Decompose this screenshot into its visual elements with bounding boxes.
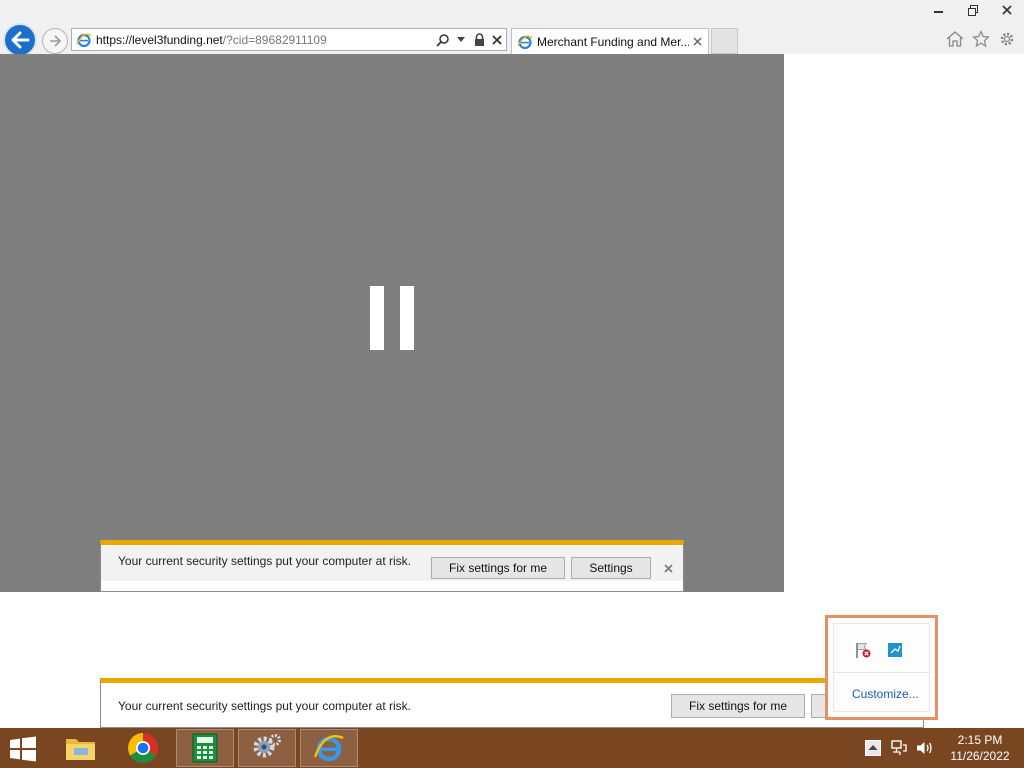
new-tab-button[interactable]	[711, 28, 738, 54]
taskbar-settings[interactable]	[238, 729, 296, 767]
close-icon	[1002, 5, 1012, 15]
minimize-icon	[934, 11, 943, 13]
arrow-right-icon	[50, 35, 62, 47]
action-center-flag-icon[interactable]	[854, 641, 872, 659]
settings-button[interactable]: Settings	[571, 557, 651, 579]
pause-icon[interactable]	[370, 286, 414, 350]
url-host: https://level3funding.net	[96, 32, 223, 47]
security-warning-message: Your current security settings put your …	[118, 699, 412, 713]
stop-button[interactable]	[488, 31, 506, 49]
gear-icon	[253, 734, 281, 758]
ie-page-icon	[517, 35, 533, 49]
windows-logo-icon	[10, 736, 36, 762]
dropdown-button[interactable]	[452, 31, 470, 49]
search-button[interactable]	[434, 31, 452, 49]
flyout-divider	[834, 672, 929, 673]
tray-overflow-flyout: Customize...	[825, 615, 938, 720]
start-button[interactable]	[8, 736, 38, 762]
browser-toolbar	[944, 28, 1018, 50]
system-tray: 2:15 PM 11/26/2022	[862, 728, 1024, 768]
restore-icon	[967, 4, 978, 16]
show-hidden-icons-button[interactable]	[862, 737, 884, 759]
search-icon	[436, 33, 449, 47]
star-icon	[972, 30, 990, 48]
close-tab-button[interactable]	[689, 34, 705, 50]
minimize-button[interactable]	[922, 0, 956, 20]
gear-icon	[1000, 32, 1014, 46]
taskbar: 2:15 PM 11/26/2022	[0, 728, 1024, 768]
close-icon	[692, 37, 702, 46]
bar-strip	[101, 581, 683, 591]
arrow-left-icon	[11, 31, 30, 49]
network-status[interactable]	[888, 737, 910, 759]
folder-icon	[66, 739, 95, 760]
volume-control[interactable]	[914, 737, 936, 759]
clock-time: 2:15 PM	[957, 733, 1003, 747]
chrome-icon	[128, 733, 158, 763]
taskbar-clock[interactable]: 2:15 PM 11/26/2022	[940, 732, 1020, 764]
flyout-panel: Customize...	[833, 623, 930, 712]
home-button[interactable]	[944, 28, 966, 50]
close-window-button[interactable]	[990, 0, 1024, 20]
fix-settings-button[interactable]: Fix settings for me	[671, 694, 805, 718]
fix-settings-button[interactable]: Fix settings for me	[431, 557, 565, 579]
browser-tab[interactable]: Merchant Funding and Mer...	[511, 28, 709, 54]
url-path: /?cid=89682911109	[222, 32, 327, 47]
window-controls	[922, 0, 1024, 20]
security-warning-bar: Your current security settings put your …	[100, 678, 924, 728]
tab-title: Merchant Funding and Mer...	[537, 34, 689, 49]
taskbar-internet-explorer[interactable]	[300, 729, 358, 767]
close-warning-button[interactable]	[661, 561, 675, 575]
close-icon	[663, 563, 673, 573]
chevron-down-icon	[457, 36, 465, 42]
taskbar-calculator[interactable]	[176, 729, 234, 767]
taskbar-chrome[interactable]	[114, 729, 172, 767]
video-player[interactable]	[0, 54, 784, 592]
home-icon	[946, 31, 964, 47]
customize-link[interactable]: Customize...	[852, 687, 919, 701]
forward-button[interactable]	[42, 28, 68, 54]
back-button[interactable]	[3, 23, 37, 57]
lock-icon	[474, 33, 484, 46]
network-icon	[891, 740, 907, 755]
security-lock[interactable]	[470, 31, 488, 49]
taskbar-file-explorer[interactable]	[52, 729, 110, 767]
browser-chrome: https://level3funding.net/?cid=896829111…	[0, 0, 1024, 57]
address-bar[interactable]: https://level3funding.net/?cid=896829111…	[71, 28, 507, 51]
tools-button[interactable]	[996, 28, 1018, 50]
speaker-icon	[917, 742, 932, 754]
ie-page-icon	[76, 33, 92, 47]
internet-explorer-icon	[313, 734, 344, 762]
security-warning-bar-embedded: Your current security settings put your …	[100, 540, 684, 592]
close-icon	[492, 34, 502, 45]
restore-button[interactable]	[956, 0, 990, 20]
url-text[interactable]: https://level3funding.net/?cid=896829111…	[96, 33, 434, 47]
calculator-icon	[192, 733, 218, 763]
favorites-button[interactable]	[970, 28, 992, 50]
chevron-up-icon	[865, 740, 881, 756]
security-warning-message: Your current security settings put your …	[118, 554, 412, 568]
hidden-tray-icons	[854, 641, 904, 659]
network-app-icon[interactable]	[886, 641, 904, 659]
clock-date: 11/26/2022	[950, 749, 1010, 763]
